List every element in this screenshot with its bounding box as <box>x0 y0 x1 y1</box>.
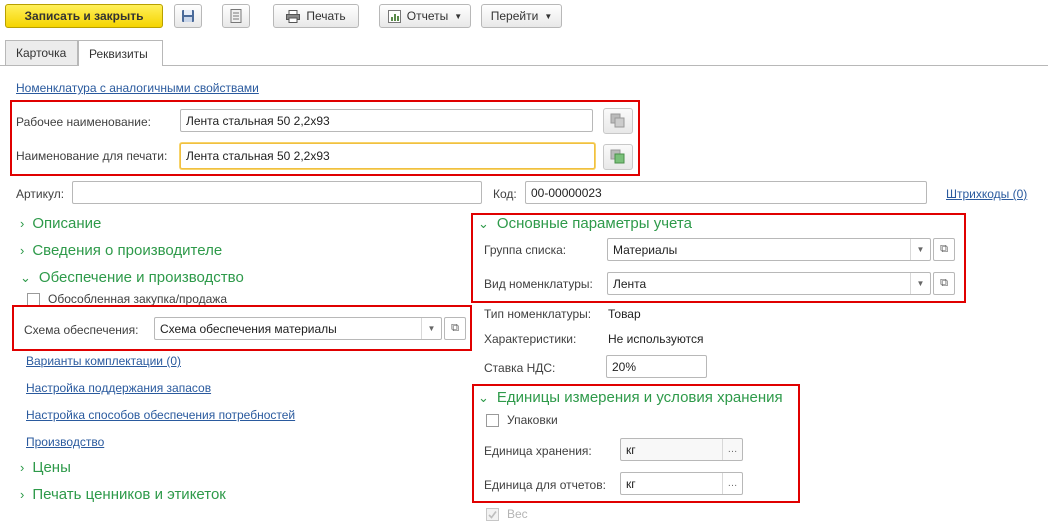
nomenclature-kind-label: Вид номенклатуры: <box>484 277 593 291</box>
storage-unit-value: кг <box>626 442 636 457</box>
goto-menu-button[interactable]: Перейти ▼ <box>481 4 562 28</box>
variants-link[interactable]: Варианты комплектации (0) <box>26 354 181 368</box>
dropdown-arrow-icon: ▼ <box>544 11 553 21</box>
work-name-input[interactable]: Лента стальная 50 2,2x93 <box>180 109 593 132</box>
copy-icon <box>610 113 625 128</box>
list-group-select[interactable]: Материалы ▼ <box>607 238 931 261</box>
print-button[interactable]: Печать <box>273 4 359 28</box>
tab-card[interactable]: Карточка <box>5 40 78 65</box>
section-supply[interactable]: ⌄ Обеспечение и производство <box>20 269 244 286</box>
section-manufacturer[interactable]: › Сведения о производителе <box>20 242 222 259</box>
separate-purchase-label: Обособленная закупка/продажа <box>48 292 227 306</box>
code-label: Код: <box>493 187 517 201</box>
section-manufacturer-title: Сведения о производителе <box>32 242 223 259</box>
work-name-label: Рабочее наименование: <box>16 115 151 129</box>
copy-print-name-button[interactable] <box>603 144 633 170</box>
section-labels-title: Печать ценников и этикеток <box>32 486 226 503</box>
chevron-right-icon: › <box>20 487 25 502</box>
supply-methods-link[interactable]: Настройка способов обеспечения потребнос… <box>26 408 295 422</box>
weight-checkbox[interactable] <box>486 507 499 521</box>
dropdown-arrow-icon[interactable]: ▼ <box>421 318 441 339</box>
section-main-params[interactable]: ⌄ Основные параметры учета <box>478 215 692 232</box>
section-units-title: Единицы измерения и условия хранения <box>496 389 783 406</box>
goto-label: Перейти <box>490 9 539 23</box>
nomenclature-kind-value: Лента <box>613 276 647 291</box>
characteristics-label: Характеристики: <box>484 332 577 346</box>
checkmark-icon <box>488 510 497 519</box>
supply-scheme-label: Схема обеспечения: <box>24 323 139 337</box>
analog-properties-link[interactable]: Номенклатура с аналогичными свойствами <box>16 81 259 95</box>
chevron-right-icon: › <box>20 216 25 231</box>
section-description-title: Описание <box>32 215 102 232</box>
characteristics-value: Не используются <box>608 332 704 346</box>
copy-green-icon <box>610 149 625 164</box>
section-description[interactable]: › Описание <box>20 215 101 232</box>
section-main-params-title: Основные параметры учета <box>496 215 692 232</box>
reports-menu-button[interactable]: Отчеты ▼ <box>379 4 471 28</box>
ellipsis-icon[interactable]: … <box>722 473 742 494</box>
section-units[interactable]: ⌄ Единицы измерения и условия хранения <box>478 389 783 406</box>
report-unit-label: Единица для отчетов: <box>484 478 606 492</box>
code-input[interactable]: 00-00000023 <box>525 181 927 204</box>
list-document-icon <box>230 9 242 23</box>
reports-label: Отчеты <box>406 9 449 23</box>
storage-unit-input[interactable]: кг … <box>620 438 743 461</box>
section-prices[interactable]: › Цены <box>20 459 71 476</box>
nomenclature-type-value: Товар <box>608 307 641 321</box>
chevron-down-icon: ⌄ <box>478 389 489 405</box>
article-input[interactable] <box>72 181 482 204</box>
storage-unit-label: Единица хранения: <box>484 444 592 458</box>
save-and-close-button[interactable]: Записать и закрыть <box>5 4 163 28</box>
print-name-label: Наименование для печати: <box>16 149 168 163</box>
report-unit-input[interactable]: кг … <box>620 472 743 495</box>
list-group-label: Группа списка: <box>484 243 567 257</box>
floppy-disk-icon <box>182 10 194 22</box>
stock-support-link[interactable]: Настройка поддержания запасов <box>26 381 211 395</box>
open-list-group-button[interactable]: ⧉ <box>933 238 955 261</box>
nomenclature-type-label: Тип номенклатуры: <box>484 307 592 321</box>
open-nomenclature-kind-button[interactable]: ⧉ <box>933 272 955 295</box>
list-group-value: Материалы <box>613 242 678 257</box>
production-link[interactable]: Производство <box>26 435 104 449</box>
chevron-down-icon: ⌄ <box>20 269 31 285</box>
nomenclature-kind-select[interactable]: Лента ▼ <box>607 272 931 295</box>
section-supply-title: Обеспечение и производство <box>38 269 244 286</box>
vat-rate-label: Ставка НДС: <box>484 361 556 375</box>
report-list-button[interactable] <box>222 4 250 28</box>
packs-label: Упаковки <box>507 413 558 427</box>
section-labels[interactable]: › Печать ценников и этикеток <box>20 486 226 503</box>
vat-rate-input[interactable]: 20% <box>606 355 707 378</box>
separate-purchase-row[interactable]: Обособленная закупка/продажа <box>27 292 227 306</box>
printer-icon <box>286 9 301 23</box>
chevron-down-icon: ⌄ <box>478 215 489 231</box>
article-label: Артикул: <box>16 187 65 201</box>
chart-report-icon <box>387 9 401 23</box>
barcodes-link[interactable]: Штрихкоды (0) <box>946 187 1027 201</box>
packs-row[interactable]: Упаковки <box>486 413 558 427</box>
print-label: Печать <box>306 9 346 23</box>
dropdown-arrow-icon[interactable]: ▼ <box>910 239 930 260</box>
print-name-input[interactable]: Лента стальная 50 2,2x93 <box>180 143 595 169</box>
chevron-right-icon: › <box>20 460 25 475</box>
supply-scheme-select[interactable]: Схема обеспечения материалы ▼ <box>154 317 442 340</box>
weight-row[interactable]: Вес <box>486 507 528 521</box>
save-button[interactable] <box>174 4 202 28</box>
chevron-right-icon: › <box>20 243 25 258</box>
weight-label: Вес <box>507 507 528 521</box>
dropdown-arrow-icon: ▼ <box>454 11 463 21</box>
ellipsis-icon[interactable]: … <box>722 439 742 460</box>
separate-purchase-checkbox[interactable] <box>27 292 40 306</box>
section-prices-title: Цены <box>32 459 71 476</box>
copy-name-button[interactable] <box>603 108 633 134</box>
supply-scheme-value: Схема обеспечения материалы <box>160 321 337 336</box>
packs-checkbox[interactable] <box>486 413 499 427</box>
tab-requisites[interactable]: Реквизиты <box>78 40 163 66</box>
dropdown-arrow-icon[interactable]: ▼ <box>910 273 930 294</box>
open-supply-scheme-button[interactable]: ⧉ <box>444 317 466 340</box>
report-unit-value: кг <box>626 476 636 491</box>
